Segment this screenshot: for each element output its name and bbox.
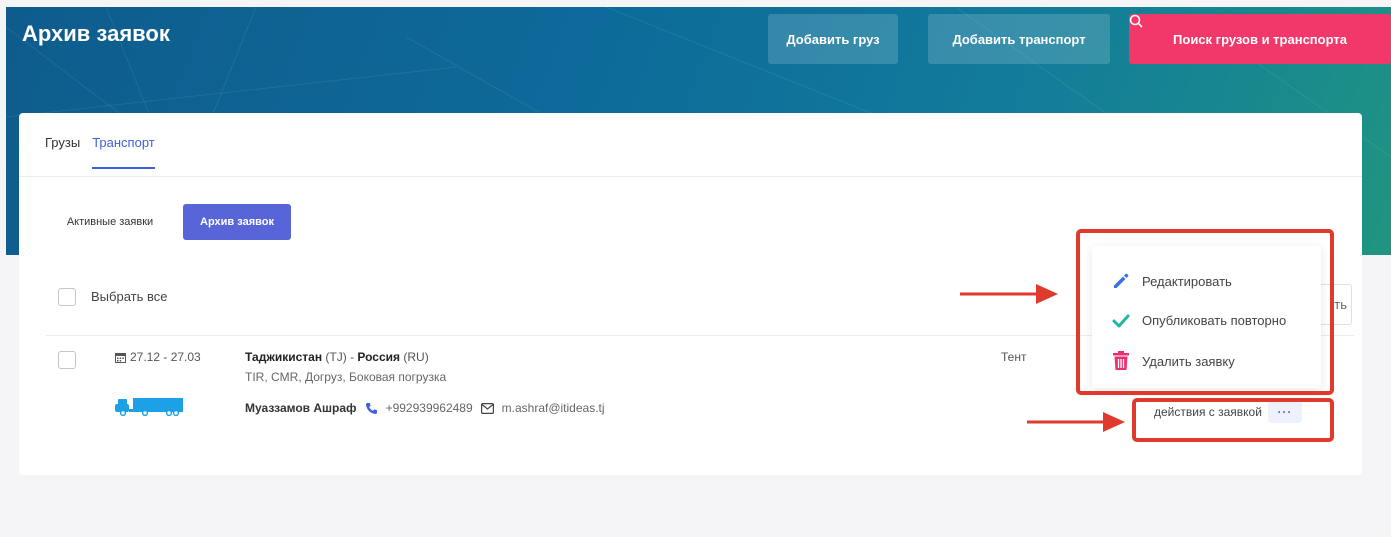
date-range-text: 27.12 - 27.03: [130, 350, 201, 364]
truck-icon: [115, 398, 183, 416]
date-range: 27.12 - 27.03: [115, 350, 201, 364]
annotation-highlight-menu: [1076, 229, 1334, 395]
route: Таджикистан (TJ) - Россия (RU): [245, 350, 429, 364]
annotation-highlight-actions: [1132, 398, 1334, 442]
body-type: Тент: [1001, 350, 1027, 364]
active-requests-filter[interactable]: Активные заявки: [51, 204, 169, 240]
contact-email[interactable]: m.ashraf@itideas.tj: [502, 401, 605, 415]
route-to-code: (RU): [403, 350, 429, 364]
bulk-action-label: ть: [1334, 297, 1347, 312]
search-icon: [1129, 14, 1143, 28]
contact-name: Муаззамов Ашраф: [245, 401, 357, 415]
email-icon: [480, 402, 494, 414]
row-checkbox[interactable]: [58, 351, 76, 369]
tabs-divider: [19, 176, 1362, 177]
search-button-label: Поиск грузов и транспорта: [1173, 31, 1347, 47]
contact-phone[interactable]: +992939962489: [386, 401, 473, 415]
select-all-label: Выбрать все: [91, 289, 168, 304]
tabs: Грузы Транспорт: [45, 135, 155, 169]
add-cargo-button[interactable]: Добавить груз: [768, 14, 898, 64]
annotation-arrow-actions: [1027, 412, 1125, 432]
tab-cargo[interactable]: Грузы: [45, 135, 80, 169]
add-transport-button[interactable]: Добавить транспорт: [928, 14, 1110, 64]
route-separator: -: [350, 350, 355, 364]
archive-requests-filter[interactable]: Архив заявок: [183, 204, 291, 240]
page-title: Архив заявок: [22, 21, 170, 46]
route-from-code: (TJ): [325, 350, 347, 364]
phone-icon: [365, 402, 377, 414]
annotation-arrow-menu: [960, 284, 1058, 304]
search-cargo-transport-button[interactable]: Поиск грузов и транспорта: [1129, 14, 1391, 64]
page: Архив заявок Добавить груз Добавить тран…: [0, 0, 1391, 537]
calendar-icon: [115, 352, 126, 363]
contact-info: Муаззамов Ашраф +992939962489 m.ashraf@i…: [245, 401, 605, 415]
tab-transport[interactable]: Транспорт: [92, 135, 155, 169]
transport-properties: TIR, CMR, Догруз, Боковая погрузка: [245, 370, 447, 384]
select-all-checkbox[interactable]: [58, 288, 76, 306]
route-from: Таджикистан: [245, 350, 323, 364]
route-to: Россия: [357, 350, 401, 364]
